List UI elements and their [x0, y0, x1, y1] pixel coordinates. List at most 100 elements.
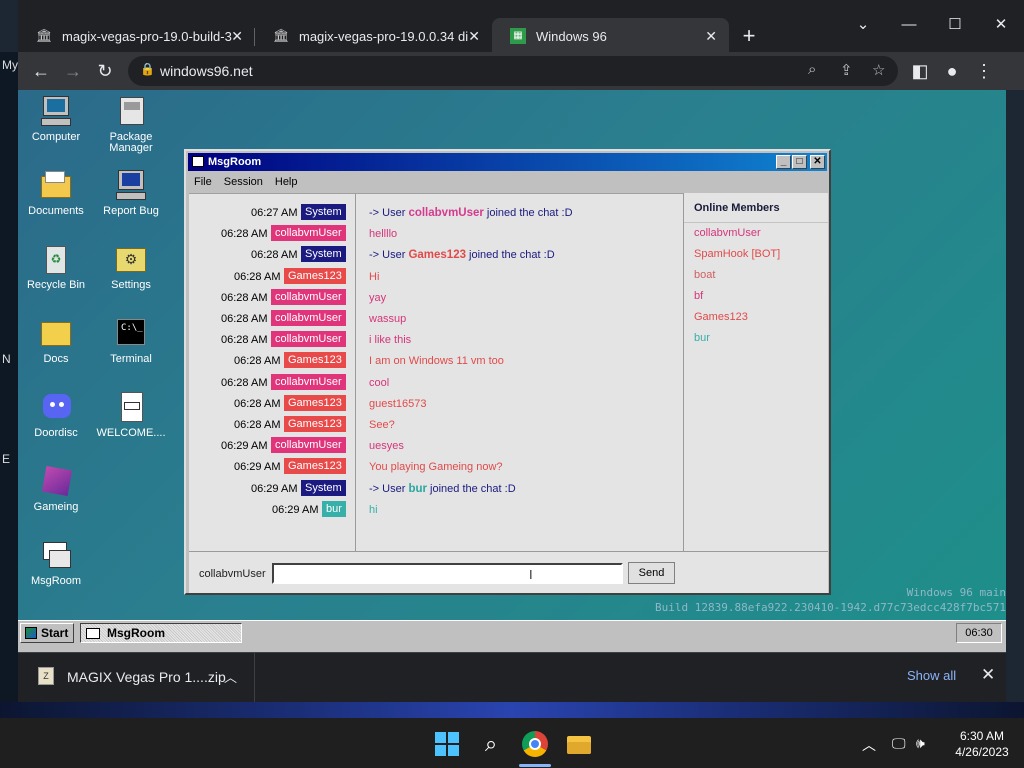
chat-message-row: 06:29 AM System -> User bur joined the cha…: [189, 478, 684, 499]
close-button[interactable]: ✕: [810, 155, 825, 169]
close-tab-icon[interactable]: ✕: [231, 28, 243, 45]
menu-session[interactable]: Session: [218, 172, 269, 192]
member-item[interactable]: Games123: [684, 307, 828, 328]
message-time: 06:29 AM: [251, 482, 298, 495]
icon-label: Computer: [31, 131, 81, 143]
message-sender-badge[interactable]: collabvmUser: [271, 331, 346, 348]
message-time: 06:29 AM: [234, 461, 281, 474]
member-item[interactable]: boat: [684, 265, 828, 286]
package-manager-icon: [114, 94, 148, 128]
bookmark-star-icon[interactable]: ☆: [872, 61, 885, 79]
message-sender-badge[interactable]: System: [301, 479, 346, 496]
message-sender-badge[interactable]: Games123: [284, 458, 346, 475]
lock-icon[interactable]: 🔒: [140, 62, 155, 76]
desktop-icon-documents[interactable]: Documents: [18, 168, 94, 217]
desktop-icon-doordisc[interactable]: Doordisc: [18, 390, 94, 439]
search-icon[interactable]: ⌕: [477, 730, 505, 758]
show-all-link[interactable]: Show all: [907, 668, 956, 683]
member-item[interactable]: bf: [684, 286, 828, 307]
message-time: 06:28 AM: [234, 397, 281, 410]
msgroom-titlebar[interactable]: MsgRoom _ □ ✕: [188, 153, 827, 171]
message-text: i like this: [369, 334, 411, 346]
desktop-icon-recycle-bin[interactable]: ♻ Recycle Bin: [18, 242, 94, 291]
menu-file[interactable]: File: [188, 172, 218, 192]
share-icon[interactable]: ⇪: [840, 61, 853, 79]
maximize-button[interactable]: □: [792, 155, 807, 169]
documents-folder-icon: [39, 168, 73, 202]
message-text: guest16573: [369, 398, 427, 410]
side-panel-icon[interactable]: ◧: [905, 56, 935, 86]
tab-search-icon[interactable]: ⌄: [840, 0, 886, 50]
message-text: hi: [369, 504, 378, 516]
task-label: MsgRoom: [107, 626, 165, 640]
maximize-button[interactable]: ☐: [932, 0, 978, 50]
send-button[interactable]: Send: [628, 562, 675, 584]
message-sender-badge[interactable]: System: [301, 204, 346, 220]
welcome-file-icon: [114, 390, 148, 424]
desktop-icon-welcome[interactable]: WELCOME....: [93, 390, 169, 439]
clock-time: 6:30 AM: [959, 729, 1005, 743]
message-sender-badge[interactable]: Games123: [284, 352, 346, 369]
zoom-search-icon[interactable]: ⌕: [808, 61, 816, 78]
minimize-button[interactable]: —: [886, 0, 932, 50]
message-sender-badge[interactable]: bur: [322, 500, 346, 517]
system-clock[interactable]: 6:30 AM 4/26/2023: [944, 728, 1020, 760]
chat-message-row: 06:29 AM Games123 You playing Gameing now?: [189, 456, 684, 477]
chat-message-row: 06:28 AM collabvmUser wassup: [189, 308, 684, 329]
message-sender-badge[interactable]: Games123: [284, 267, 346, 284]
desktop-icon-package-manager[interactable]: Package Manager: [93, 94, 169, 154]
close-tab-icon[interactable]: ✕: [468, 28, 480, 45]
menu-help[interactable]: Help: [269, 172, 304, 192]
desktop-icon-msgroom[interactable]: MsgRoom: [18, 538, 94, 587]
message-sender-badge[interactable]: Games123: [284, 416, 346, 432]
message-sender-badge[interactable]: collabvmUser: [271, 437, 346, 454]
close-window-button[interactable]: ✕: [978, 0, 1024, 50]
chrome-icon[interactable]: [521, 730, 549, 758]
desktop-icon-terminal[interactable]: C:\_ Terminal: [93, 316, 169, 365]
message-sender-badge[interactable]: Games123: [284, 394, 346, 411]
divider: [254, 653, 255, 703]
close-icon[interactable]: ✕: [981, 665, 995, 685]
close-tab-icon[interactable]: ✕: [705, 28, 717, 45]
windows-start-icon[interactable]: [433, 730, 461, 758]
desktop-icon-settings[interactable]: ⚙ Settings: [93, 242, 169, 291]
address-bar[interactable]: 🔒 windows96.net ⌕ ⇪ ☆: [128, 56, 898, 86]
network-icon[interactable]: 🖵: [892, 735, 906, 752]
message-sender-badge[interactable]: System: [301, 246, 346, 263]
message-sender-badge[interactable]: collabvmUser: [271, 288, 346, 305]
message-fragment: -> User: [369, 482, 409, 495]
tab-vegas-build[interactable]: 🏛 magix-vegas-pro-19.0-build-381 ✕: [18, 18, 255, 54]
download-filename[interactable]: MAGIX Vegas Pro 1....zip: [67, 669, 226, 685]
message-input[interactable]: I: [272, 563, 623, 584]
back-icon[interactable]: ←: [26, 56, 56, 86]
joined-username: collabvmUser: [408, 207, 484, 219]
reload-icon[interactable]: ↻: [90, 56, 120, 86]
forward-icon[interactable]: →: [58, 56, 88, 86]
message-sender-badge[interactable]: collabvmUser: [271, 310, 346, 326]
desktop-icon-docs[interactable]: Docs: [18, 316, 94, 365]
volume-icon[interactable]: 🕪: [916, 735, 925, 752]
taskbar-item-msgroom[interactable]: MsgRoom: [80, 623, 242, 643]
terminal-icon: C:\_: [114, 316, 148, 350]
chevron-up-icon[interactable]: ︿: [224, 667, 237, 686]
file-explorer-icon[interactable]: [565, 730, 593, 758]
icon-label: Documents: [28, 205, 84, 217]
desktop-icon-computer[interactable]: Computer: [18, 94, 94, 143]
member-item[interactable]: SpamHook [BOT]: [684, 244, 828, 265]
new-tab-button[interactable]: +: [733, 20, 765, 52]
message-sender-badge[interactable]: collabvmUser: [271, 373, 346, 390]
menu-kebab-icon[interactable]: ⋮: [969, 56, 999, 86]
minimize-button[interactable]: _: [776, 155, 791, 169]
desktop-icon-gameing[interactable]: Gameing: [18, 464, 94, 513]
member-item[interactable]: bur: [684, 328, 828, 349]
desktop-icon-report-bug[interactable]: Report Bug: [93, 168, 169, 217]
message-sender-badge[interactable]: collabvmUser: [271, 225, 346, 242]
icon-label: Terminal: [110, 353, 152, 365]
chevron-up-icon[interactable]: ︿: [862, 735, 876, 755]
profile-icon[interactable]: ●: [937, 56, 967, 86]
window-controls: ⌄ — ☐ ✕: [840, 0, 1024, 50]
tab-vegas-direct[interactable]: 🏛 magix-vegas-pro-19.0.0.34 direc ✕: [255, 18, 492, 54]
start-button[interactable]: Start: [20, 623, 74, 643]
member-item[interactable]: collabvmUser: [684, 223, 828, 244]
tab-windows96[interactable]: ▦ Windows 96 ✕: [492, 18, 729, 54]
